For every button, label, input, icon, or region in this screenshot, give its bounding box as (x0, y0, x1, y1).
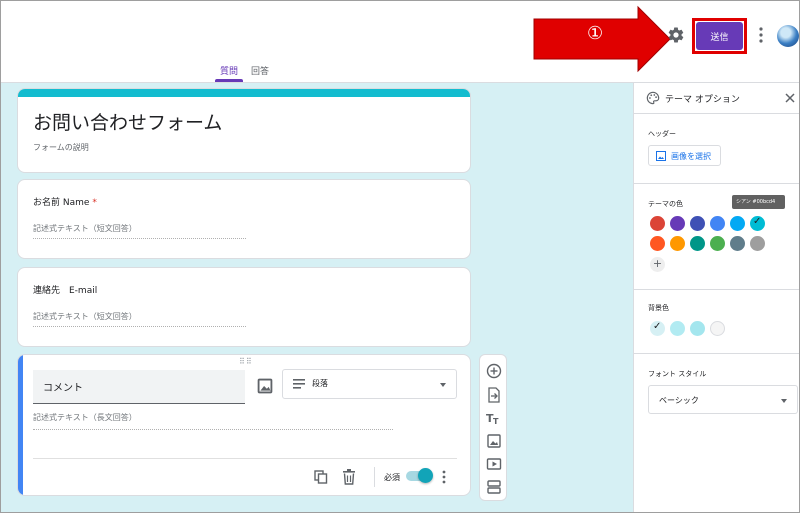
more-vert-icon[interactable] (441, 469, 447, 485)
bg-color-swatch[interactable] (650, 321, 665, 336)
theme-color-swatch[interactable] (650, 236, 665, 251)
theme-color-swatch[interactable] (670, 236, 685, 251)
bg-color-swatch[interactable] (670, 321, 685, 336)
theme-color-swatch[interactable] (710, 216, 725, 231)
send-button[interactable]: 送信 (696, 22, 743, 50)
drag-handle-icon[interactable]: ⠿⠿ (239, 357, 253, 366)
question-title: お名前 Name * (33, 198, 97, 208)
question-card-email[interactable]: 連絡先 E-mail 記述式テキスト（短文回答） (17, 267, 471, 347)
settings-gear-icon[interactable] (667, 26, 685, 44)
select-image-label: 画像を選択 (671, 152, 711, 161)
required-toggle[interactable] (406, 468, 433, 483)
top-bar: ① 送信 質問 回答 (1, 1, 799, 83)
question-card-comment[interactable]: ⠿⠿ コメント 段落 記述式テキスト（長文回答） 必須 (17, 354, 471, 496)
add-custom-color-button[interactable]: + (650, 257, 665, 272)
question-title-input[interactable]: コメント (33, 370, 245, 404)
theme-color-swatch[interactable] (650, 216, 665, 231)
color-tooltip: シアン #00bcd4 (732, 195, 785, 209)
form-description[interactable]: フォームの説明 (33, 142, 89, 153)
app-window: ① 送信 質問 回答 お問い合わせフォーム フォームの説明 お名前 Name * … (0, 0, 800, 513)
header-section-label: ヘッダー (648, 130, 676, 138)
toggle-knob (418, 468, 433, 483)
add-title-icon[interactable]: T T (486, 410, 502, 426)
add-section-icon[interactable] (486, 479, 502, 495)
title-card-accent-bar (18, 89, 470, 97)
theme-color-swatch[interactable] (730, 216, 745, 231)
callout-number: ① (587, 23, 604, 44)
card-footer-divider (33, 458, 457, 459)
bg-color-swatch[interactable] (710, 321, 725, 336)
add-image-icon[interactable] (254, 375, 276, 397)
palette-icon (646, 91, 660, 105)
required-label: 必須 (384, 473, 400, 482)
form-title-card[interactable]: お問い合わせフォーム フォームの説明 (17, 88, 471, 173)
image-icon (656, 151, 666, 161)
theme-color-label: テーマの色 (648, 200, 683, 208)
theme-color-swatch[interactable] (710, 236, 725, 251)
panel-title: テーマ オプション (665, 95, 740, 105)
theme-color-swatch[interactable] (670, 216, 685, 231)
section-divider (634, 183, 799, 184)
font-style-value: ベーシック (659, 396, 699, 405)
short-answer-placeholder: 記述式テキスト（短文回答） (33, 223, 246, 239)
panel-header: テーマ オプション (634, 83, 799, 114)
theme-color-swatch[interactable] (730, 236, 745, 251)
select-image-button[interactable]: 画像を選択 (648, 145, 721, 166)
required-asterisk: * (92, 198, 97, 208)
active-card-indicator (18, 355, 23, 495)
question-title: 連絡先 E-mail (33, 286, 98, 296)
close-icon[interactable] (784, 92, 796, 104)
theme-color-swatch[interactable] (690, 236, 705, 251)
more-vert-icon[interactable] (757, 25, 765, 45)
theme-color-swatch[interactable] (750, 236, 765, 251)
add-image-icon[interactable] (486, 433, 502, 449)
theme-color-swatch[interactable] (750, 216, 765, 231)
avatar[interactable] (777, 25, 799, 47)
paragraph-icon (293, 379, 305, 389)
section-divider (634, 353, 799, 354)
font-style-label: フォント スタイル (648, 370, 707, 378)
chevron-down-icon (440, 383, 446, 387)
question-type-label: 段落 (312, 379, 328, 388)
question-type-dropdown[interactable]: 段落 (282, 369, 457, 399)
delete-icon[interactable] (342, 469, 356, 485)
tab-questions[interactable]: 質問 (220, 64, 238, 77)
import-questions-icon[interactable] (486, 387, 502, 403)
add-video-icon[interactable] (486, 456, 502, 472)
theme-options-panel: テーマ オプション ヘッダー 画像を選択 テーマの色 シアン #00bcd4 +… (633, 83, 799, 512)
chevron-down-icon (781, 399, 787, 403)
theme-color-swatch[interactable] (690, 216, 705, 231)
section-divider (634, 289, 799, 290)
active-tab-indicator (215, 79, 243, 82)
question-card-name[interactable]: お名前 Name * 記述式テキスト（短文回答） (17, 179, 471, 259)
duplicate-icon[interactable] (314, 470, 328, 484)
floating-toolbar: T T (479, 354, 507, 501)
bg-color-label: 背景色 (648, 304, 669, 312)
svg-text:T: T (493, 417, 499, 426)
long-answer-placeholder: 記述式テキスト（長文回答） (33, 412, 393, 430)
short-answer-placeholder: 記述式テキスト（短文回答） (33, 311, 246, 327)
font-style-dropdown[interactable]: ベーシック (648, 385, 798, 414)
footer-separator (374, 467, 375, 487)
form-canvas: お問い合わせフォーム フォームの説明 お名前 Name * 記述式テキスト（短文回… (1, 83, 633, 512)
form-title[interactable]: お問い合わせフォーム (33, 108, 222, 135)
tab-responses[interactable]: 回答 (251, 64, 269, 77)
bg-color-swatch[interactable] (690, 321, 705, 336)
add-question-icon[interactable] (486, 363, 502, 379)
